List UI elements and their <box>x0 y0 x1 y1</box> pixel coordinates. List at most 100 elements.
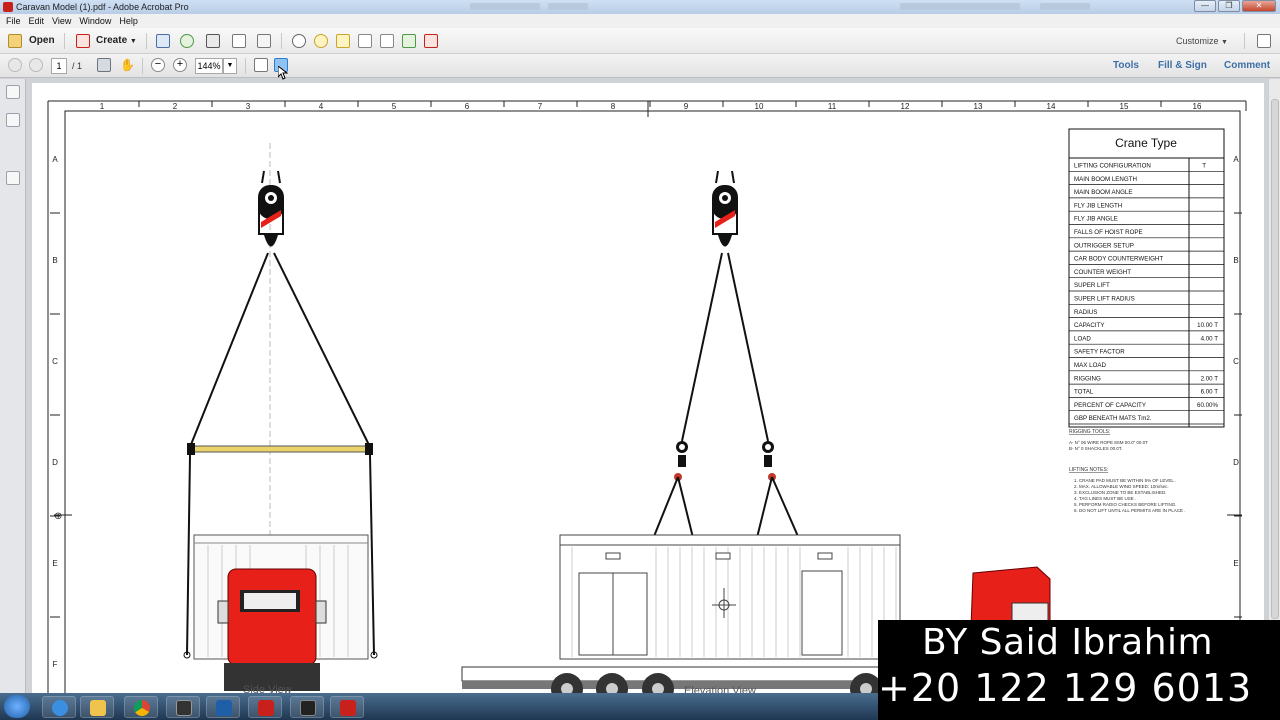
previous-page-icon[interactable] <box>8 58 22 72</box>
menu-help[interactable]: Help <box>117 14 144 28</box>
comment-bubble-icon[interactable] <box>314 34 328 48</box>
crane-table-label: FLY JIB LENGTH <box>1074 202 1122 209</box>
column-number: 9 <box>684 102 689 111</box>
taskbar-autocad[interactable] <box>248 696 282 718</box>
zoom-in-icon[interactable]: + <box>173 58 187 72</box>
export-icon[interactable] <box>402 34 416 48</box>
sign-icon[interactable] <box>424 34 438 48</box>
autocad-icon <box>258 700 274 716</box>
crane-table-value: 4.00 T <box>1201 335 1219 342</box>
crane-type-table: Crane Type LIFTING CONFIGURATION T MAIN BO… <box>1068 128 1225 428</box>
select-tool-icon[interactable] <box>97 58 111 72</box>
scrollbar-thumb[interactable] <box>1271 99 1279 619</box>
lifting-note-item: 2. MAX. ALLOWABLE WIND SPEED: 10m/sec. <box>1074 484 1169 489</box>
expand-icon[interactable] <box>1257 34 1271 48</box>
taskbar-chrome[interactable] <box>124 696 158 718</box>
crane-table-value: 2.00 T <box>1201 375 1219 382</box>
page-number-input[interactable]: 1 <box>51 58 67 74</box>
blurred-title-text <box>548 3 588 10</box>
taskbar-internet-explorer[interactable] <box>42 696 76 718</box>
column-number: 14 <box>1047 102 1056 111</box>
toolbar-divider <box>146 33 147 49</box>
column-number: 13 <box>974 102 983 111</box>
zoom-dropdown[interactable]: ▼ <box>223 58 237 74</box>
menu-file[interactable]: File <box>4 14 27 28</box>
email-icon[interactable] <box>257 34 271 48</box>
caravan-door <box>801 570 843 656</box>
menu-bar: File Edit View Window Help <box>0 14 1280 28</box>
side-view: Side View <box>183 143 378 693</box>
rigging-tools-heading: RIGGING TOOLS: <box>1069 429 1110 435</box>
customize-dropdown[interactable]: Customize ▼ <box>1176 32 1228 52</box>
attachments-icon[interactable] <box>6 141 20 155</box>
document-viewport[interactable]: ⊕ 12345678910111213141516 AABBCCDDEEFF <box>26 79 1268 693</box>
row-letter: B <box>1233 256 1238 265</box>
column-number: 10 <box>755 102 764 111</box>
toolbar-divider <box>64 33 65 49</box>
create-button[interactable]: Create ▼ <box>96 32 137 50</box>
close-button[interactable]: ✕ <box>1242 0 1276 12</box>
row-letter: F <box>53 660 58 669</box>
bookmarks-icon[interactable] <box>6 113 20 127</box>
taskbar-file-explorer[interactable] <box>80 696 114 718</box>
navigation-toolbar: 1 / 1 ✋ − + 144% ▼ Tools Fill & Sign Com… <box>0 54 1280 78</box>
cloud-upload-icon[interactable] <box>180 34 194 48</box>
row-letter: B <box>52 256 57 265</box>
chevron-down-icon: ▼ <box>129 38 137 45</box>
crane-table-value: 60.00% <box>1197 402 1218 409</box>
record-icon <box>300 700 316 716</box>
crane-table-label: MAX LOAD <box>1074 362 1107 369</box>
print-icon[interactable] <box>206 34 220 48</box>
attach-icon[interactable] <box>380 34 394 48</box>
start-button[interactable] <box>4 695 30 718</box>
gear-icon[interactable] <box>292 34 306 48</box>
menu-view[interactable]: View <box>50 14 77 28</box>
drawing-canvas: ⊕ 12345678910111213141516 AABBCCDDEEFF <box>47 100 1247 693</box>
zoom-out-icon[interactable]: − <box>151 58 165 72</box>
rigging-notes: RIGGING TOOLS: A- N° 06 WIRE ROPE 8SM 00… <box>1069 429 1186 513</box>
taskbar-media-player[interactable] <box>206 696 240 718</box>
next-page-icon[interactable] <box>29 58 43 72</box>
crane-table-label: LOAD <box>1074 335 1091 342</box>
taskbar-screen-recorder[interactable] <box>290 696 324 718</box>
spreader-beam <box>191 445 369 453</box>
create-label: Create <box>96 35 128 46</box>
zoom-level-input[interactable]: 144% <box>195 58 223 74</box>
crane-table-label: MAIN BOOM ANGLE <box>1074 189 1132 196</box>
crane-table-label: OUTRIGGER SETUP <box>1074 242 1134 249</box>
main-toolbar: Open Create ▼ Customize ▼ <box>0 28 1280 54</box>
lifting-note-item: 1. CRANE PAD MUST BE WITHIN 5% OF LEVEL … <box>1074 478 1176 483</box>
edit-icon[interactable] <box>232 34 246 48</box>
tools-pane-button[interactable]: Tools <box>1113 58 1139 74</box>
row-letter: C <box>52 357 58 366</box>
menu-edit[interactable]: Edit <box>27 14 51 28</box>
stamp-icon[interactable] <box>358 34 372 48</box>
menu-window[interactable]: Window <box>77 14 117 28</box>
open-button[interactable]: Open <box>29 32 55 50</box>
column-number: 5 <box>392 102 397 111</box>
fit-page-icon[interactable] <box>254 58 268 72</box>
page-thumbnails-icon[interactable] <box>6 85 20 99</box>
crane-table-title: Crane Type <box>1115 136 1177 150</box>
fill-sign-pane-button[interactable]: Fill & Sign <box>1158 58 1207 74</box>
create-pdf-icon <box>76 34 90 48</box>
row-letter: E <box>52 559 57 568</box>
blurred-title-text <box>470 3 540 10</box>
minimize-button[interactable]: — <box>1194 0 1216 12</box>
maximize-button[interactable]: ❐ <box>1218 0 1240 12</box>
row-letter: E <box>1233 559 1238 568</box>
crane-table-label: TOTAL <box>1074 389 1094 396</box>
save-icon[interactable] <box>156 34 170 48</box>
vertical-scrollbar[interactable] <box>1268 79 1280 693</box>
elevation-view-label: Elevation View <box>684 685 756 693</box>
highlight-icon[interactable] <box>336 34 350 48</box>
comment-pane-button[interactable]: Comment <box>1224 58 1270 74</box>
taskbar-media-app[interactable] <box>166 696 200 718</box>
signatures-icon[interactable] <box>6 171 20 185</box>
taskbar-acrobat[interactable] <box>330 696 364 718</box>
acrobat-app-icon <box>3 2 13 12</box>
column-number: 1 <box>100 102 105 111</box>
hand-tool-icon[interactable]: ✋ <box>120 58 135 72</box>
elevation-view: Elevation View <box>461 170 1051 693</box>
column-number: 7 <box>538 102 543 111</box>
